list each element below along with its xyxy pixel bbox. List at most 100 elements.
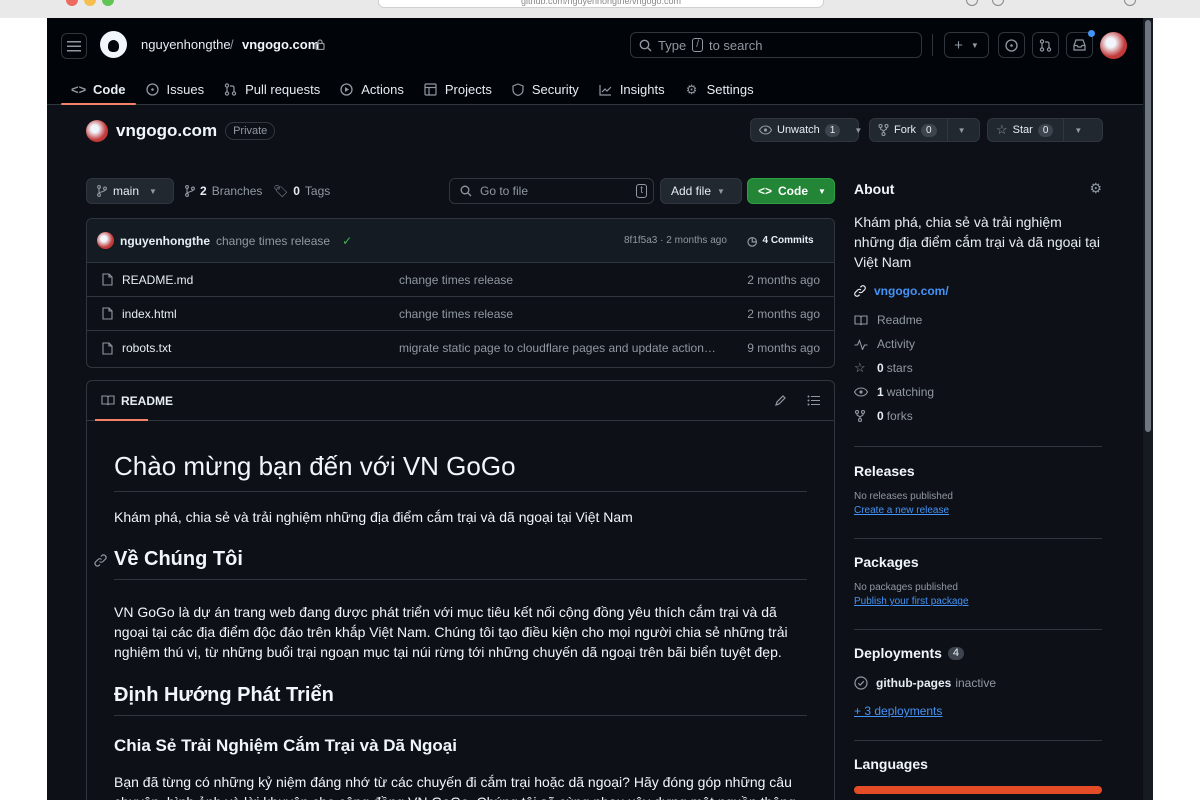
global-search-input[interactable]: Type / to search bbox=[630, 32, 922, 58]
repo-name[interactable]: vngogo.com bbox=[116, 121, 217, 141]
tab-actions[interactable]: Actions bbox=[330, 74, 414, 105]
readme-link[interactable]: Readme bbox=[854, 308, 1102, 332]
deployments-section: Deployments 4 github-pages inactive + 3 … bbox=[854, 629, 1102, 718]
publish-package-link[interactable]: Publish your first package bbox=[854, 596, 1102, 607]
user-avatar[interactable] bbox=[1100, 32, 1127, 59]
file-name[interactable]: README.md bbox=[122, 273, 193, 287]
packages-empty: No packages published bbox=[854, 582, 958, 593]
page-scrollbar[interactable] bbox=[1143, 18, 1153, 800]
book-icon bbox=[101, 395, 115, 406]
commits-count: 4 Commits bbox=[762, 235, 814, 246]
add-file-button[interactable]: Add file ▼ bbox=[660, 178, 742, 204]
zoom-window-button[interactable] bbox=[102, 0, 114, 6]
deployment-item[interactable]: github-pages inactive bbox=[854, 676, 1102, 690]
commit-message[interactable]: change times release bbox=[216, 234, 330, 248]
breadcrumb-owner[interactable]: nguyenhongthe bbox=[141, 37, 231, 52]
list-unordered-icon[interactable] bbox=[807, 395, 820, 406]
file-row[interactable]: robots.txt migrate static page to cloudf… bbox=[87, 331, 834, 365]
tab-code[interactable]: <> Code bbox=[61, 74, 136, 105]
tags-link[interactable]: 🏷 0 Tags bbox=[273, 184, 330, 198]
tab-actions-label: Actions bbox=[361, 82, 404, 97]
file-row[interactable]: index.html change times release 2 months… bbox=[87, 297, 834, 331]
github-logo-icon[interactable] bbox=[100, 31, 127, 58]
fork-button[interactable]: Fork 0 ▼ bbox=[869, 118, 980, 142]
tab-insights[interactable]: Insights bbox=[589, 74, 675, 105]
address-bar[interactable]: github.com/nguyenhongthe/vngogo.com bbox=[378, 0, 824, 8]
file-commit-message[interactable]: change times release bbox=[399, 307, 719, 321]
menu-button[interactable] bbox=[61, 33, 87, 59]
repo-forked-icon bbox=[878, 124, 889, 136]
link-icon[interactable] bbox=[94, 554, 107, 567]
branches-label: Branches bbox=[211, 184, 263, 198]
star-button[interactable]: ☆ Star 0 ▼ bbox=[987, 118, 1103, 142]
extensions-icon[interactable] bbox=[992, 0, 1004, 6]
file-name[interactable]: robots.txt bbox=[122, 341, 171, 355]
tab-pull-requests[interactable]: Pull requests bbox=[214, 74, 330, 105]
activity-label: Activity bbox=[877, 337, 916, 351]
book-icon bbox=[854, 314, 868, 325]
deployments-title[interactable]: Deployments bbox=[854, 645, 942, 661]
caret-down-icon[interactable]: ▼ bbox=[948, 119, 976, 141]
unwatch-button[interactable]: Unwatch 1 ▼ bbox=[750, 118, 862, 142]
create-new-button[interactable]: + ▼ bbox=[944, 32, 989, 58]
commits-link[interactable]: ◷ 4 Commits bbox=[747, 234, 814, 248]
go-to-file-input[interactable]: Go to file t bbox=[449, 178, 654, 204]
caret-down-icon[interactable]: ▼ bbox=[1064, 119, 1092, 141]
gear-icon: ⚙ bbox=[685, 81, 698, 97]
download-icon[interactable] bbox=[966, 0, 978, 6]
file-commit-message[interactable]: change times release bbox=[399, 273, 719, 287]
tabs-overview-icon[interactable] bbox=[1124, 0, 1136, 6]
file-name[interactable]: index.html bbox=[122, 307, 177, 321]
inbox-button[interactable] bbox=[1066, 30, 1095, 58]
code-button[interactable]: <> Code ▼ bbox=[747, 178, 835, 204]
more-deployments-link[interactable]: + 3 deployments bbox=[854, 704, 1102, 718]
tab-issues[interactable]: Issues bbox=[136, 74, 215, 105]
deployment-env: github-pages bbox=[876, 676, 952, 690]
github-window: nguyenhongthe / vngogo.com Type / to sea… bbox=[47, 18, 1153, 800]
code-icon: <> bbox=[71, 82, 87, 97]
website-link[interactable]: vngogo.com/ bbox=[854, 284, 1102, 298]
readme-tab-label[interactable]: README bbox=[121, 394, 173, 408]
commit-hash[interactable]: 8f1f5a3 bbox=[624, 235, 657, 246]
pencil-icon[interactable] bbox=[774, 394, 787, 407]
packages-title[interactable]: Packages bbox=[854, 554, 1102, 570]
close-window-button[interactable] bbox=[66, 0, 78, 6]
tab-settings-label: Settings bbox=[706, 82, 754, 97]
watching-link[interactable]: 1 watching bbox=[854, 380, 1102, 404]
activity-link[interactable]: Activity bbox=[854, 332, 1102, 356]
file-row[interactable]: README.md change times release 2 months … bbox=[87, 263, 834, 297]
header-divider bbox=[932, 34, 933, 56]
commit-author[interactable]: nguyenhongthe bbox=[120, 234, 210, 248]
stars-link[interactable]: ☆ 0 stars bbox=[854, 356, 1102, 380]
minimize-window-button[interactable] bbox=[84, 0, 96, 6]
issues-button[interactable] bbox=[998, 32, 1025, 58]
branch-name: main bbox=[113, 184, 140, 198]
releases-title[interactable]: Releases bbox=[854, 463, 1102, 479]
gear-icon[interactable]: ⚙ bbox=[1089, 180, 1102, 197]
tab-settings[interactable]: ⚙ Settings bbox=[675, 74, 764, 105]
tab-security[interactable]: Security bbox=[502, 74, 589, 105]
pull-requests-button[interactable] bbox=[1032, 32, 1059, 58]
tab-projects[interactable]: Projects bbox=[414, 74, 502, 105]
caret-down-icon: ▼ bbox=[970, 40, 979, 50]
breadcrumb-repo[interactable]: vngogo.com bbox=[242, 37, 319, 52]
go-to-file-placeholder: Go to file bbox=[480, 184, 529, 198]
tab-insights-label: Insights bbox=[619, 82, 665, 97]
commit-dot: · bbox=[660, 235, 664, 246]
fork-count: 0 bbox=[921, 123, 937, 137]
tab-code-label: Code bbox=[93, 82, 126, 97]
branch-selector[interactable]: main ▼ bbox=[86, 178, 174, 204]
readme-share-text: Bạn đã từng có những kỷ niệm đáng nhớ từ… bbox=[114, 774, 796, 800]
forks-link[interactable]: 0 forks bbox=[854, 404, 1102, 428]
tab-pull-requests-label: Pull requests bbox=[245, 82, 321, 97]
check-icon[interactable]: ✓ bbox=[342, 234, 352, 248]
create-release-link[interactable]: Create a new release bbox=[854, 505, 1102, 516]
file-commit-message[interactable]: migrate static page to cloudflare pages … bbox=[399, 341, 719, 355]
scrollbar-thumb[interactable] bbox=[1145, 20, 1151, 432]
branches-link[interactable]: 2 Branches bbox=[185, 184, 262, 198]
readme-h2-about: Về Chúng Tôi bbox=[94, 548, 807, 580]
about-title: About bbox=[854, 180, 895, 197]
readme-h2-direction: Định Hướng Phát Triển bbox=[114, 684, 807, 716]
commit-meta: 8f1f5a3 · 2 months ago bbox=[624, 235, 727, 246]
caret-down-icon[interactable]: ▼ bbox=[848, 119, 868, 141]
